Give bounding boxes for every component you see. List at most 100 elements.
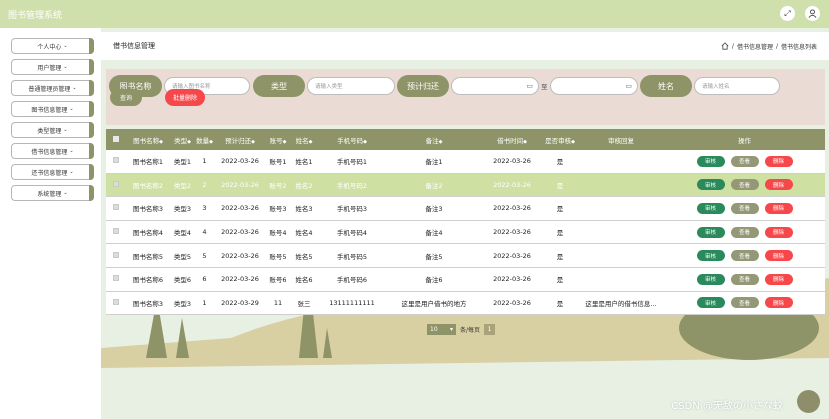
type-label: 类型 (253, 75, 305, 97)
sidebar-item[interactable]: 用户管理 ⌄ (11, 59, 94, 75)
approve-button[interactable]: 审核 (696, 155, 725, 167)
sort-icon[interactable]: ◆ (159, 139, 163, 145)
row-checkbox[interactable] (113, 157, 119, 164)
column-header[interactable]: 备注◆ (386, 135, 482, 145)
delete-button[interactable]: 删除 (764, 273, 793, 285)
table-cell-phone: 手机号码6 (336, 276, 368, 285)
column-header-label: 预计归还 (225, 136, 252, 145)
sort-icon[interactable]: ◆ (209, 139, 213, 145)
delete-button[interactable]: 删除 (764, 250, 793, 262)
delete-button[interactable]: 删除 (764, 297, 793, 309)
approve-button[interactable]: 审核 (696, 273, 725, 285)
app-title: 图书管理系统 (8, 10, 63, 21)
sort-icon[interactable]: ◆ (571, 139, 575, 145)
batch-delete-button[interactable]: 批量删除 (165, 89, 205, 106)
row-checkbox[interactable] (113, 298, 119, 305)
sidebar-item[interactable]: 个人中心 ⌄ (11, 38, 94, 54)
query-button[interactable]: 查询 (110, 89, 142, 106)
chevron-down-icon: ⌄ (72, 85, 77, 91)
view-button[interactable]: 查看 (730, 155, 759, 167)
table-row[interactable]: 图书名称5 类型5 5 2022-03-26 账号5 姓名5 手机号码5 备注5 2022-03… (106, 244, 825, 268)
sort-icon[interactable]: ◆ (251, 139, 255, 145)
sidebar-item[interactable]: 系统管理 ⌄ (11, 185, 94, 201)
delete-button[interactable]: 删除 (764, 155, 793, 167)
view-button[interactable]: 查看 (730, 202, 759, 214)
table-cell-account: 账号2 (269, 181, 287, 190)
sort-icon[interactable]: ◆ (283, 139, 287, 145)
sort-icon[interactable]: ◆ (309, 139, 313, 145)
table-header: 图书名称◆ 类型◆ 数量◆ 预计归还◆ 账号◆ 姓名◆ 手机号码◆ 备注◆ 借书时间◆ 是否审核◆… (106, 129, 825, 150)
user-icon[interactable] (805, 6, 820, 21)
approve-button[interactable]: 审核 (696, 179, 725, 191)
row-checkbox[interactable] (113, 180, 119, 187)
table-row[interactable]: 图书名称1 类型1 1 2022-03-26 账号1 姓名1 手机号码1 备注1 2022-03… (106, 150, 825, 174)
page-number[interactable]: 1 (484, 324, 496, 335)
sort-icon[interactable]: ◆ (523, 139, 527, 145)
column-header[interactable]: 姓名◆ (290, 135, 318, 145)
delete-button[interactable]: 删除 (764, 179, 793, 191)
column-header[interactable]: 手机号码◆ (318, 135, 386, 145)
return-date-from-input[interactable]: ▭ (451, 77, 539, 95)
sort-icon[interactable]: ◆ (363, 139, 367, 145)
type-input[interactable]: 请输入类型 (307, 77, 395, 95)
table-cell-return: 2022-03-26 (221, 228, 259, 237)
column-header: 操作 (664, 135, 825, 145)
column-header[interactable]: 预计归还◆ (214, 135, 266, 145)
table-row[interactable]: 图书名称6 类型6 6 2022-03-26 账号6 姓名6 手机号码6 备注6 2022-03… (106, 267, 825, 292)
row-checkbox[interactable] (113, 204, 119, 211)
table-cell-reply: 这里是用户的借书信息... (585, 299, 657, 308)
delete-button[interactable]: 删除 (764, 202, 793, 214)
table-cell-borrow: 2022-03-26 (493, 204, 531, 213)
table-row[interactable]: 图书名称4 类型4 4 2022-03-26 账号4 姓名4 手机号码4 备注4 2022-03… (106, 220, 825, 245)
table-cell-qty: 3 (202, 204, 207, 213)
calendar-icon: ▭ (526, 82, 533, 90)
sort-icon[interactable]: ◆ (439, 139, 443, 145)
table-cell-remark: 备注2 (425, 181, 443, 190)
approve-button[interactable]: 审核 (696, 297, 725, 309)
sidebar-item[interactable]: 类型管理 ⌄ (11, 122, 94, 138)
table-cell-type: 类型3 (173, 299, 192, 308)
sidebar-item[interactable]: 还书信息管理 ⌄ (11, 164, 94, 180)
table-cell-phone: 手机号码3 (336, 205, 368, 214)
sort-icon[interactable]: ◆ (187, 139, 191, 145)
view-button[interactable]: 查看 (730, 297, 759, 309)
sidebar-item[interactable]: 普通管理员管理 ⌄ (11, 80, 94, 96)
table-row[interactable]: 图书名称3 类型3 1 2022-03-29 11 张三 13111111111 这里是用户借… (106, 291, 825, 316)
approve-button[interactable]: 审核 (696, 226, 725, 238)
table-row[interactable]: 图书名称3 类型3 3 2022-03-26 账号3 姓名3 手机号码3 备注3 2022-03… (106, 197, 825, 221)
approve-button[interactable]: 审核 (696, 202, 725, 214)
sidebar-item-label: 还书信息管理 (31, 169, 68, 177)
sidebar-item[interactable]: 图书信息管理 ⌄ (11, 101, 94, 117)
fullscreen-icon[interactable]: ⤢ (780, 6, 795, 21)
row-checkbox[interactable] (113, 275, 119, 282)
view-button[interactable]: 查看 (730, 179, 759, 191)
table-cell-return: 2022-03-26 (221, 204, 259, 213)
view-button[interactable]: 查看 (730, 273, 759, 285)
view-button[interactable]: 查看 (730, 250, 759, 262)
name-input[interactable]: 请输入姓名 (694, 77, 780, 95)
column-header[interactable]: 账号◆ (266, 135, 290, 145)
column-header[interactable]: 类型◆ (170, 135, 195, 145)
column-header[interactable]: 借书时间◆ (482, 135, 542, 145)
page-size-select[interactable]: 10 ▾ (427, 324, 456, 335)
table-cell-account: 账号4 (269, 229, 287, 238)
home-icon[interactable] (721, 42, 729, 50)
sidebar-item[interactable]: 借书信息管理 ⌄ (11, 143, 94, 159)
column-header[interactable]: 数量◆ (195, 135, 214, 145)
chevron-down-icon: ⌄ (69, 148, 74, 154)
approve-button[interactable]: 审核 (696, 250, 725, 262)
breadcrumb-item[interactable]: 借书信息管理 (737, 42, 773, 51)
row-checkbox[interactable] (113, 251, 119, 258)
table-cell-return: 2022-03-26 (221, 157, 259, 166)
table-cell-return: 2022-03-26 (221, 251, 259, 260)
sidebar-menu: 个人中心 ⌄ 用户管理 ⌄ 普通管理员管理 ⌄ 图书信息管理 ⌄ 类型管理 ⌄ 借书信息管理 ⌄ 还书信… (0, 28, 101, 201)
delete-button[interactable]: 删除 (764, 226, 793, 238)
select-all-checkbox[interactable] (113, 135, 119, 142)
table-row[interactable]: 图书名称2 类型2 2 2022-03-26 账号2 姓名2 手机号码2 备注2 2022-03… (106, 173, 825, 198)
row-checkbox[interactable] (113, 228, 119, 235)
column-header[interactable]: 是否审核◆ (542, 135, 578, 145)
return-date-to-input[interactable]: ▭ (550, 77, 638, 95)
column-header[interactable]: 图书名称◆ (126, 135, 170, 145)
table-cell-account: 账号5 (269, 252, 287, 261)
view-button[interactable]: 查看 (730, 226, 759, 238)
